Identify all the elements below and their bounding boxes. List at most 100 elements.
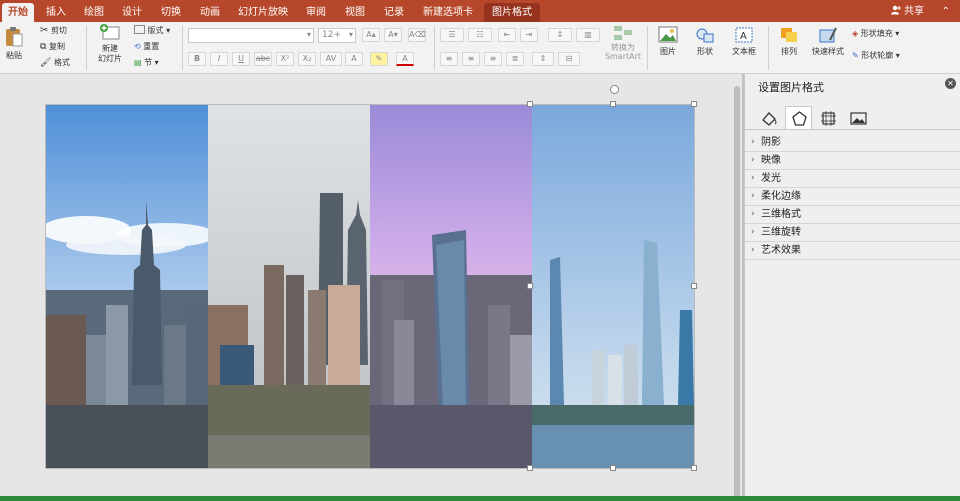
- convert-smartart-label-2: SmartArt: [604, 52, 642, 61]
- tab-home[interactable]: 开始: [2, 3, 34, 22]
- textbox-button[interactable]: A 文本框: [728, 26, 760, 70]
- tab-new-tab[interactable]: 新建选项卡: [416, 3, 480, 22]
- text-direction-button[interactable]: ⇕: [532, 52, 554, 66]
- increase-indent-button[interactable]: ⇥: [520, 28, 538, 42]
- layout-button[interactable]: 版式 ▾: [134, 25, 170, 36]
- tab-view[interactable]: 视图: [338, 3, 372, 22]
- copy-button[interactable]: ⧉ 复制: [40, 41, 65, 53]
- tab-design[interactable]: 设计: [116, 3, 148, 22]
- format-painter-button[interactable]: 🖌 格式: [40, 57, 70, 69]
- chevron-right-icon: ›: [751, 191, 755, 201]
- bullets-button[interactable]: ☰: [440, 28, 464, 42]
- clear-format-button[interactable]: A⌫: [408, 28, 426, 42]
- pen-icon: ✎: [852, 51, 859, 60]
- resize-handle[interactable]: [691, 283, 697, 289]
- paste-button[interactable]: 粘贴: [2, 26, 26, 66]
- ribbon-divider: [86, 26, 87, 70]
- quick-styles-button[interactable]: 快速样式: [810, 26, 846, 70]
- bold-button[interactable]: B: [188, 52, 206, 66]
- section-reflection[interactable]: › 映像: [745, 152, 960, 170]
- workspace-scrollbar[interactable]: [733, 80, 741, 500]
- cut-button[interactable]: ✂ 剪切: [40, 25, 67, 37]
- svg-text:A: A: [740, 31, 747, 42]
- tab-insert[interactable]: 插入: [40, 3, 72, 22]
- tab-fill-line[interactable]: [755, 106, 782, 130]
- size-properties-icon: [821, 111, 836, 126]
- new-slide-label-1: 新建: [102, 44, 118, 53]
- resize-handle[interactable]: [527, 283, 533, 289]
- shape-fill-button[interactable]: ◈ 形状填充 ▾: [852, 28, 899, 39]
- paste-label: 粘贴: [6, 51, 22, 60]
- city-photo-shanghai[interactable]: [208, 105, 370, 468]
- align-right-button[interactable]: ≡: [484, 52, 502, 66]
- justify-button[interactable]: ≣: [506, 52, 524, 66]
- section-glow[interactable]: › 发光: [745, 170, 960, 188]
- line-spacing-button[interactable]: ↕: [548, 28, 572, 42]
- section-3d-rotation[interactable]: › 三维旋转: [745, 224, 960, 242]
- font-name-combobox[interactable]: ▾: [188, 28, 314, 43]
- outdent-icon: ⇤: [503, 30, 511, 39]
- resize-handle[interactable]: [610, 101, 616, 107]
- ribbon: 粘贴 ✂ 剪切 ⧉ 复制 🖌 格式 新建 幻灯片 版式 ▾ ⟲ 重置 ▤ 节 ▾…: [0, 22, 960, 74]
- city-photo-purple-sky[interactable]: [370, 105, 532, 468]
- resize-handle[interactable]: [691, 465, 697, 471]
- resize-handle[interactable]: [610, 465, 616, 471]
- tab-record[interactable]: 记录: [377, 3, 411, 22]
- superscript-button[interactable]: X²: [276, 52, 294, 66]
- underline-button[interactable]: U: [232, 52, 250, 66]
- decrease-indent-button[interactable]: ⇤: [498, 28, 516, 42]
- italic-button[interactable]: I: [210, 52, 228, 66]
- align-text-icon: ⊟: [565, 54, 573, 63]
- smartart-icon: [614, 26, 632, 40]
- tab-picture-format[interactable]: 图片格式: [484, 3, 540, 22]
- section-button[interactable]: ▤ 节 ▾: [134, 57, 159, 68]
- resize-handle[interactable]: [527, 465, 533, 471]
- section-soft-edges[interactable]: › 柔化边缘: [745, 188, 960, 206]
- section-artistic-effects[interactable]: › 艺术效果: [745, 242, 960, 260]
- section-shadow[interactable]: › 阴影: [745, 134, 960, 152]
- share-button[interactable]: 共享: [890, 3, 924, 20]
- grow-font-button[interactable]: A▴: [362, 28, 380, 42]
- tab-review[interactable]: 审阅: [299, 3, 333, 22]
- tab-draw[interactable]: 绘图: [78, 3, 110, 22]
- align-text-button[interactable]: ⊟: [558, 52, 580, 66]
- numbering-button[interactable]: ☷: [468, 28, 492, 42]
- tab-slideshow[interactable]: 幻灯片放映: [233, 3, 293, 22]
- subscript-button[interactable]: X₂: [298, 52, 316, 66]
- resize-handle[interactable]: [527, 101, 533, 107]
- tab-animations[interactable]: 动画: [194, 3, 226, 22]
- status-bar: [0, 496, 960, 501]
- tab-picture[interactable]: [845, 106, 872, 130]
- close-pane-button[interactable]: ✕: [945, 78, 956, 89]
- highlight-button[interactable]: ✎: [370, 52, 388, 66]
- align-center-button[interactable]: ≡: [462, 52, 480, 66]
- reset-button[interactable]: ⟲ 重置: [134, 41, 159, 52]
- arrange-button[interactable]: 排列: [774, 26, 804, 70]
- char-spacing-button[interactable]: AV: [320, 52, 342, 66]
- section-3d-format[interactable]: › 三维格式: [745, 206, 960, 224]
- scrollbar-thumb[interactable]: [734, 86, 740, 498]
- font-size-combobox[interactable]: 12+ ▾: [318, 28, 356, 43]
- shrink-font-button[interactable]: A▾: [384, 28, 402, 42]
- strikethrough-button[interactable]: abc: [254, 52, 272, 66]
- tab-effects[interactable]: [785, 106, 812, 130]
- city-photo-waterfront[interactable]: [532, 105, 694, 468]
- new-slide-button[interactable]: 新建 幻灯片: [92, 24, 128, 72]
- tab-size-properties[interactable]: [815, 106, 842, 130]
- city-photo-new-york[interactable]: [46, 105, 208, 468]
- slide-canvas[interactable]: [45, 104, 695, 469]
- text-effects-button[interactable]: A: [345, 52, 363, 66]
- picture-button[interactable]: 图片: [653, 26, 683, 70]
- shape-fill-label: 形状填充: [860, 29, 893, 38]
- rotate-handle[interactable]: [610, 85, 619, 94]
- columns-button[interactable]: ▥: [576, 28, 600, 42]
- text-direction-icon: ⇕: [539, 54, 547, 63]
- tab-transitions[interactable]: 切换: [155, 3, 187, 22]
- convert-smartart-button[interactable]: 转换为 SmartArt: [603, 25, 643, 71]
- shape-outline-button[interactable]: ✎ 形状轮廓 ▾: [852, 50, 900, 61]
- shapes-button[interactable]: 形状: [690, 26, 720, 70]
- align-left-button[interactable]: ≡: [440, 52, 458, 66]
- collapse-ribbon-button[interactable]: ⌃: [942, 3, 950, 20]
- resize-handle[interactable]: [691, 101, 697, 107]
- font-color-button[interactable]: A: [396, 52, 414, 66]
